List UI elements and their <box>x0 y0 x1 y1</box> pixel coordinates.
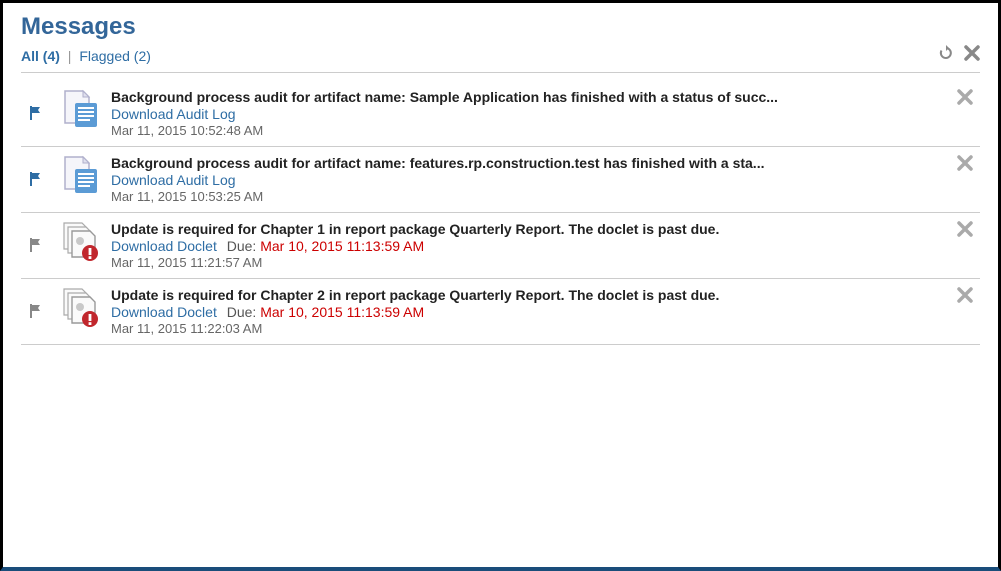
refresh-icon[interactable] <box>938 45 954 66</box>
message-timestamp: Mar 11, 2015 11:22:03 AM <box>111 321 942 336</box>
tab-separator: | <box>68 48 72 64</box>
header-actions <box>938 45 980 66</box>
message-timestamp: Mar 11, 2015 10:53:25 AM <box>111 189 942 204</box>
message-content: Update is required for Chapter 2 in repo… <box>111 287 942 336</box>
message-content: Background process audit for artifact na… <box>111 89 942 138</box>
flag-icon[interactable] <box>28 105 44 126</box>
flag-icon[interactable] <box>28 303 44 324</box>
document-icon <box>61 89 101 134</box>
due-label: Due: <box>223 304 260 320</box>
document-icon <box>61 155 101 200</box>
doclet-stack-alert-icon <box>60 287 102 334</box>
message-row: Update is required for Chapter 1 in repo… <box>21 213 980 279</box>
dismiss-icon[interactable] <box>957 155 973 176</box>
dismiss-icon[interactable] <box>957 89 973 110</box>
due-date: Mar 10, 2015 11:13:59 AM <box>260 304 424 320</box>
message-link-line: Download Audit Log <box>111 172 942 188</box>
message-row: Background process audit for artifact na… <box>21 81 980 147</box>
message-timestamp: Mar 11, 2015 10:52:48 AM <box>111 123 942 138</box>
message-title: Background process audit for artifact na… <box>111 89 942 105</box>
close-all-icon[interactable] <box>964 45 980 66</box>
message-timestamp: Mar 11, 2015 11:21:57 AM <box>111 255 942 270</box>
message-row: Update is required for Chapter 2 in repo… <box>21 279 980 345</box>
message-link-line: Download Doclet Due: Mar 10, 2015 11:13:… <box>111 304 942 320</box>
dismiss-icon[interactable] <box>957 287 973 308</box>
message-link-line: Download Doclet Due: Mar 10, 2015 11:13:… <box>111 238 942 254</box>
page-title: Messages <box>21 13 980 41</box>
tab-flagged[interactable]: Flagged (2) <box>79 48 151 64</box>
messages-list: Background process audit for artifact na… <box>21 81 980 345</box>
doclet-stack-alert-icon <box>60 221 102 268</box>
due-date: Mar 10, 2015 11:13:59 AM <box>260 238 424 254</box>
message-content: Background process audit for artifact na… <box>111 155 942 204</box>
download-link[interactable]: Download Audit Log <box>111 106 236 122</box>
flag-icon[interactable] <box>28 237 44 258</box>
download-link[interactable]: Download Audit Log <box>111 172 236 188</box>
message-row: Background process audit for artifact na… <box>21 147 980 213</box>
message-link-line: Download Audit Log <box>111 106 942 122</box>
due-label: Due: <box>223 238 260 254</box>
dismiss-icon[interactable] <box>957 221 973 242</box>
message-title: Update is required for Chapter 1 in repo… <box>111 221 942 237</box>
download-link[interactable]: Download Doclet <box>111 238 217 254</box>
filter-tabs: All (4) | Flagged (2) <box>21 48 151 64</box>
download-link[interactable]: Download Doclet <box>111 304 217 320</box>
tab-all[interactable]: All (4) <box>21 48 60 64</box>
message-title: Update is required for Chapter 2 in repo… <box>111 287 942 303</box>
flag-icon[interactable] <box>28 171 44 192</box>
tabs-row: All (4) | Flagged (2) <box>21 45 980 73</box>
message-title: Background process audit for artifact na… <box>111 155 942 171</box>
message-content: Update is required for Chapter 1 in repo… <box>111 221 942 270</box>
